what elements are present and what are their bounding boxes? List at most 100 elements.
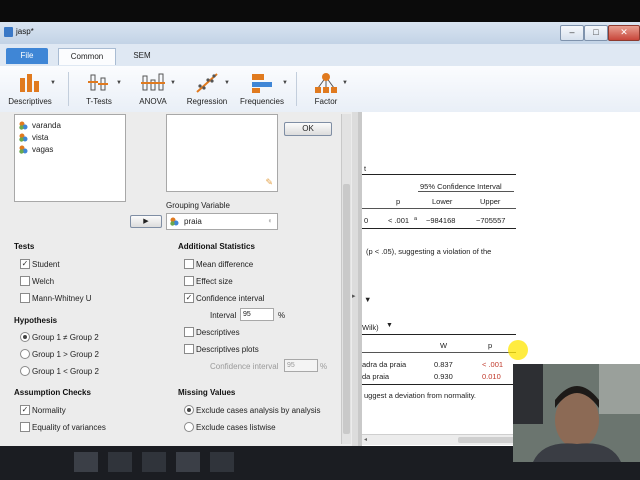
mann-whitney-checkbox[interactable]	[20, 293, 30, 303]
factor-button[interactable]: ▼ Factor	[306, 66, 348, 112]
row-p-value: < .001	[388, 216, 410, 225]
grouping-variable-value: praia	[184, 217, 202, 226]
window-title: jasp*	[16, 27, 34, 36]
anova-button[interactable]: ▼ ANOVA	[132, 66, 176, 112]
ci-header-underline	[418, 191, 514, 192]
row-lower: −984168	[426, 216, 456, 225]
table-rule	[362, 352, 516, 353]
exclude-analysis-radio[interactable]	[184, 405, 194, 415]
tab-common[interactable]: Common	[58, 48, 116, 65]
exclude-analysis-label: Exclude cases analysis by analysis	[196, 406, 321, 415]
hypothesis-neq-radio[interactable]	[20, 332, 30, 342]
taskbar-app-icon[interactable]	[142, 452, 166, 472]
equality-of-variances-label: Equality of variances	[32, 423, 106, 432]
descriptives-button[interactable]: ▼ Descriptives	[6, 66, 56, 112]
welch-checkbox[interactable]	[20, 276, 30, 286]
normality-label: Normality	[32, 406, 66, 415]
maximize-button[interactable]: □	[584, 25, 608, 41]
descriptives-plots-label: Descriptives plots	[196, 345, 259, 354]
normality-collapse-icon[interactable]: ▼	[386, 322, 393, 329]
factor-icon	[315, 73, 337, 93]
hypothesis-lt-radio[interactable]	[20, 366, 30, 376]
effect-size-label: Effect size	[196, 277, 233, 286]
close-button[interactable]: ✕	[608, 25, 640, 41]
table-rule	[362, 174, 516, 175]
descriptives-plots-checkbox[interactable]	[184, 344, 194, 354]
col-upper: Upper	[480, 197, 501, 206]
descriptives-checkbox[interactable]	[184, 327, 194, 337]
options-scrollbar[interactable]	[341, 114, 351, 444]
ci-header: 95% Confidence Interval	[420, 182, 502, 191]
regression-label: Regression	[186, 97, 228, 106]
ttests-button[interactable]: ▼ T-Tests	[78, 66, 122, 112]
interval-input[interactable]: 95	[240, 308, 274, 321]
missing-values-header: Missing Values	[178, 388, 236, 397]
normality-row1-label: adra da praia	[362, 360, 407, 369]
grouping-variable-field[interactable]: praia ◐	[166, 213, 278, 230]
interval-percent: %	[278, 311, 286, 320]
analysis-options-panel: varanda vista vagas ✎ OK Grouping Variab…	[0, 112, 352, 446]
mean-difference-label: Mean difference	[196, 260, 254, 269]
exclude-listwise-radio[interactable]	[184, 422, 194, 432]
confidence-interval-checkbox[interactable]: ✓	[184, 293, 194, 303]
normality-row1-p: < .001	[482, 360, 504, 369]
webcam-overlay	[513, 364, 640, 462]
nominal-variable-icon	[170, 217, 179, 226]
additional-statistics-header: Additional Statistics	[178, 242, 255, 251]
presenter-video-image	[513, 364, 640, 462]
variable-list[interactable]: varanda vista vagas	[14, 114, 126, 202]
assumption-checks-header: Assumption Checks	[14, 388, 91, 397]
student-label: Student	[32, 260, 60, 269]
dependent-variables-box[interactable]: ✎	[166, 114, 278, 192]
regression-button[interactable]: ▼ Regression	[186, 66, 230, 112]
ribbon-tab-row: File Common SEM	[0, 44, 640, 66]
frequencies-button[interactable]: ▼ Frequencies	[238, 66, 288, 112]
move-variable-arrow-button[interactable]: ▶	[130, 215, 162, 228]
collapse-arrow-icon[interactable]: ▼	[364, 295, 371, 304]
hypothesis-gt-label: Group 1 > Group 2	[32, 350, 99, 359]
splitter-handle-icon: ▸	[352, 293, 356, 300]
anova-label: ANOVA	[139, 97, 167, 106]
effect-size-checkbox[interactable]	[184, 276, 194, 286]
confidence-interval-label: Confidence interval	[196, 294, 265, 303]
title-bar: jasp* – □ ✕	[0, 22, 640, 44]
normality-checkbox[interactable]: ✓	[20, 405, 30, 415]
interval-label: Interval	[210, 311, 237, 320]
minimize-button[interactable]: –	[560, 25, 584, 41]
plots-interval-input[interactable]: 95	[284, 359, 318, 372]
toolbar-divider	[68, 72, 69, 106]
taskbar-app-icon[interactable]	[108, 452, 132, 472]
descriptives-label: Descriptives	[196, 328, 240, 337]
scroll-left-icon[interactable]: ◂	[364, 436, 367, 443]
app-icon	[4, 27, 13, 37]
hypothesis-gt-radio[interactable]	[20, 349, 30, 359]
normality-table-title: Wilk)	[362, 323, 379, 332]
welch-label: Welch	[32, 277, 55, 286]
ttests-icon	[88, 74, 108, 91]
frequencies-label: Frequencies	[239, 97, 285, 106]
row-fragment: 0	[364, 216, 369, 225]
variable-type-icon: ◐	[268, 216, 273, 225]
taskbar-app-icon[interactable]	[210, 452, 234, 472]
hypothesis-header: Hypothesis	[14, 316, 58, 325]
variable-name: vista	[32, 133, 49, 142]
ttests-label: T-Tests	[86, 97, 112, 106]
descriptives-label: Descriptives	[8, 97, 52, 106]
equality-of-variances-checkbox[interactable]	[20, 422, 30, 432]
col-lower: Lower	[432, 197, 453, 206]
hypothesis-neq-label: Group 1 ≠ Group 2	[32, 333, 99, 342]
variable-name: vagas	[32, 145, 54, 154]
table-rule	[362, 228, 516, 229]
scrollbar-thumb[interactable]	[343, 184, 350, 434]
regression-icon	[196, 73, 218, 93]
tests-header: Tests	[14, 242, 35, 251]
ok-button[interactable]: OK	[284, 122, 332, 136]
taskbar-app-icon[interactable]	[74, 452, 98, 472]
table-rule	[362, 334, 516, 335]
tab-sem[interactable]: SEM	[122, 48, 162, 64]
mean-difference-checkbox[interactable]	[184, 259, 194, 269]
taskbar-app-icon[interactable]	[176, 452, 200, 472]
tab-file[interactable]: File	[6, 48, 48, 64]
student-checkbox[interactable]: ✓	[20, 259, 30, 269]
scale-variable-icon: ✎	[265, 177, 273, 187]
